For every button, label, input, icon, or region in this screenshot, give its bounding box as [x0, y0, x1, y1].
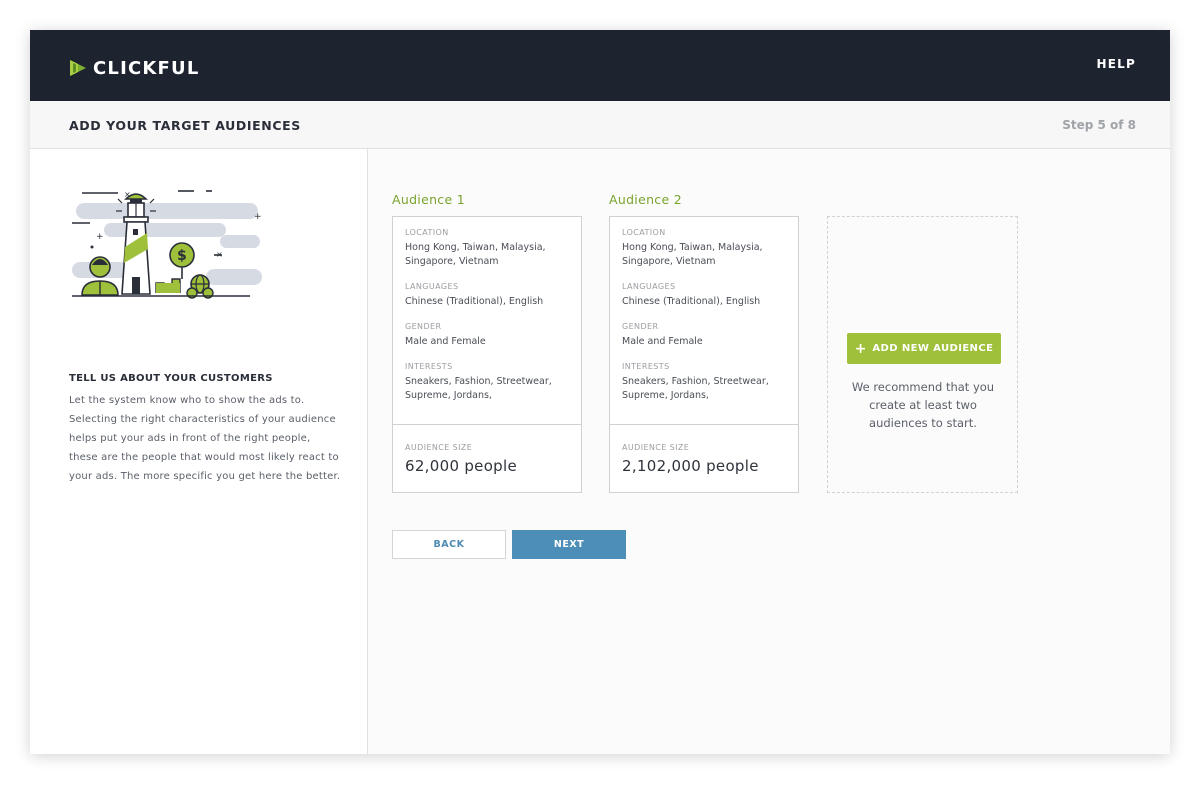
svg-text:+: +: [96, 232, 104, 242]
audience-card-1[interactable]: LOCATION Hong Kong, Taiwan, Malaysia, Si…: [392, 216, 582, 493]
page-header: ADD YOUR TARGET AUDIENCES Step 5 of 8: [30, 101, 1170, 149]
add-new-audience-button[interactable]: + ADD NEW AUDIENCE: [847, 333, 1001, 364]
audience-1-title: Audience 1: [392, 192, 465, 207]
audience-size-label: AUDIENCE SIZE: [622, 443, 690, 452]
audience-size-value: 2,102,000 people: [622, 457, 759, 475]
recommendation-text: We recommend that you create at least tw…: [851, 380, 995, 430]
location-label: LOCATION: [405, 228, 449, 237]
interests-label: INTERESTS: [622, 362, 670, 371]
audience-details: LOCATION Hong Kong, Taiwan, Malaysia, Si…: [393, 217, 581, 425]
step-indicator: Step 5 of 8: [1062, 118, 1136, 132]
main-content: Audience 1 LOCATION Hong Kong, Taiwan, M…: [369, 149, 1170, 754]
lighthouse-customer-illustration-icon: × + + × $: [72, 190, 262, 299]
next-button[interactable]: NEXT: [512, 530, 626, 559]
app-window: CLICKFUL HELP ADD YOUR TARGET AUDIENCES …: [30, 30, 1170, 754]
interests-value: Sneakers, Fashion, Streetwear, Supreme, …: [622, 376, 769, 401]
gender-value: Male and Female: [405, 336, 486, 347]
languages-label: LANGUAGES: [405, 282, 459, 291]
gender-value: Male and Female: [622, 336, 703, 347]
svg-text:+: +: [254, 212, 262, 222]
add-new-audience-label: ADD NEW AUDIENCE: [872, 343, 994, 354]
add-audience-placeholder: + ADD NEW AUDIENCE We recommend that you…: [827, 216, 1018, 493]
gender-label: GENDER: [622, 322, 659, 331]
page-title: ADD YOUR TARGET AUDIENCES: [69, 118, 301, 133]
back-button[interactable]: BACK: [392, 530, 506, 559]
location-value: Hong Kong, Taiwan, Malaysia, Singapore, …: [622, 242, 763, 267]
audience-2-title: Audience 2: [609, 192, 682, 207]
logo[interactable]: CLICKFUL: [68, 57, 200, 79]
gender-label: GENDER: [405, 322, 442, 331]
help-link[interactable]: HELP: [1097, 57, 1136, 71]
languages-label: LANGUAGES: [622, 282, 676, 291]
sidebar-description: Let the system know who to show the ads …: [69, 395, 341, 482]
svg-text:$: $: [177, 248, 187, 264]
audience-details: LOCATION Hong Kong, Taiwan, Malaysia, Si…: [610, 217, 798, 425]
languages-value: Chinese (Traditional), English: [622, 296, 761, 307]
audience-size-value: 62,000 people: [405, 457, 517, 475]
audience-size-label: AUDIENCE SIZE: [405, 443, 473, 452]
top-navigation-bar: CLICKFUL HELP: [30, 30, 1170, 101]
audience-card-2[interactable]: LOCATION Hong Kong, Taiwan, Malaysia, Si…: [609, 216, 799, 493]
logo-text: CLICKFUL: [93, 57, 200, 79]
sidebar-heading: TELL US ABOUT YOUR CUSTOMERS: [69, 373, 273, 384]
interests-value: Sneakers, Fashion, Streetwear, Supreme, …: [405, 376, 552, 401]
sidebar: × + + × $ TELL US ABOUT YOUR CUSTOMERS L…: [30, 149, 368, 754]
plus-icon: +: [854, 340, 867, 357]
languages-value: Chinese (Traditional), English: [405, 296, 544, 307]
svg-text:×: ×: [216, 250, 223, 259]
location-label: LOCATION: [622, 228, 666, 237]
location-value: Hong Kong, Taiwan, Malaysia, Singapore, …: [405, 242, 546, 267]
logo-icon: [70, 60, 86, 76]
interests-label: INTERESTS: [405, 362, 453, 371]
